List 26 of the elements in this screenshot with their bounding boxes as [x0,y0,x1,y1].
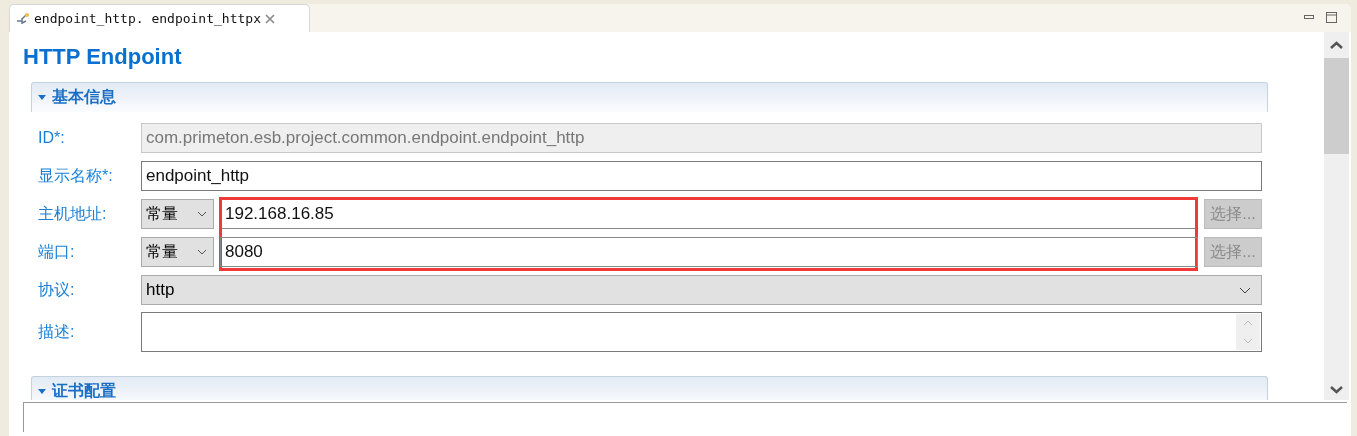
chevron-down-icon [197,249,207,255]
field-label: 描述: [38,321,76,342]
dropdown[interactable]: 常量 [141,199,214,229]
plug-icon [16,11,30,26]
caret-icon [38,388,46,395]
text-field[interactable]: 8080 [220,237,1198,267]
caret-icon [38,94,46,101]
field-label: ID*: [38,129,66,147]
section-header[interactable]: 证书配置 [31,376,1268,400]
field-label: 显示名称*: [38,165,114,186]
text-field[interactable]: endpoint_http [141,161,1262,191]
field-label: 协议: [38,279,76,300]
dropdown[interactable]: 常量 [141,237,214,267]
description-field[interactable] [141,312,1262,352]
protocol-dropdown[interactable]: http [141,275,1262,305]
field-label: 主机地址: [38,203,108,224]
chevron-down-icon [197,211,207,217]
field-label: 端口: [38,241,76,262]
chevron-down-icon [1239,286,1251,294]
close-icon[interactable] [265,13,275,24]
form-title: HTTP Endpoint [23,43,183,71]
editor-tab[interactable]: endpoint_http. endpoint_httpx [9,4,310,32]
section-header[interactable]: 基本信息 [31,82,1268,112]
maximize-icon[interactable] [1326,12,1337,23]
scrollbar[interactable] [1324,32,1349,400]
minimize-icon[interactable] [1304,15,1314,20]
